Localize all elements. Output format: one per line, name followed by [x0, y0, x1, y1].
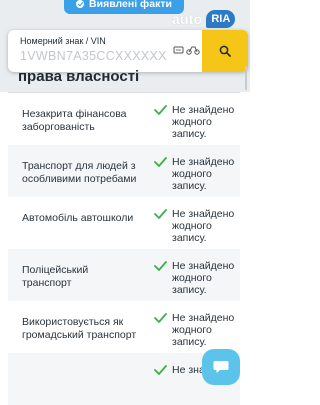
search-button[interactable]: [202, 30, 248, 72]
autoria-logo[interactable]: auto RIA: [172, 8, 242, 30]
check-row: Використовується як громадський транспор…: [8, 301, 240, 353]
page-scrollbar[interactable]: [245, 66, 247, 90]
revealed-facts-label: Виявлені факти: [89, 0, 172, 10]
check-name: Незакрита фінансова заборгованість: [22, 108, 127, 133]
check-status: Не знайдено жодного запису.: [172, 104, 235, 140]
vehicle-plate-icon: [173, 46, 200, 55]
revealed-facts-button[interactable]: Виявлені факти: [64, 0, 184, 14]
check-row: Незакрита фінансова заборгованість Не зн…: [8, 93, 240, 145]
chat-bubble-icon: [213, 361, 229, 373]
logo-ria-text: RIA: [206, 10, 236, 28]
checkmark-icon: [154, 157, 167, 167]
search-label: Номерний знак / VIN: [20, 36, 106, 46]
logo-auto-text: auto: [172, 11, 203, 27]
check-row: Автомобіль автошколи Не знайдено жодного…: [8, 197, 240, 249]
checkmark-icon: [154, 313, 167, 323]
vin-search-input[interactable]: [20, 48, 170, 64]
check-status: Не знайдено жодного запису.: [172, 312, 235, 348]
check-circle-icon: [76, 0, 85, 8]
search-card: Номерний знак / VIN: [8, 30, 248, 72]
check-row: Транспорт для людей з особливими потреба…: [8, 145, 240, 197]
check-name: Транспорт для людей з особливими потреба…: [22, 160, 137, 185]
check-name: Використовується як громадський транспор…: [22, 316, 137, 341]
check-status: Не знайдено жодного запису.: [172, 156, 235, 192]
check-status: Не знайдено жодного запису.: [172, 260, 235, 296]
check-name: Автомобіль автошколи: [22, 212, 134, 224]
check-row: Поліцейський транспорт Не знайдено жодно…: [8, 249, 240, 301]
checkmark-icon: [154, 261, 167, 271]
search-icon: [219, 45, 231, 57]
checkmark-icon: [154, 105, 167, 115]
checkmark-icon: [154, 209, 167, 219]
section-title: права власності: [18, 68, 140, 85]
check-status: Не знайдено жодного запису.: [172, 208, 235, 244]
check-name: Поліцейський транспорт: [22, 264, 89, 289]
checkmark-icon: [154, 365, 167, 375]
